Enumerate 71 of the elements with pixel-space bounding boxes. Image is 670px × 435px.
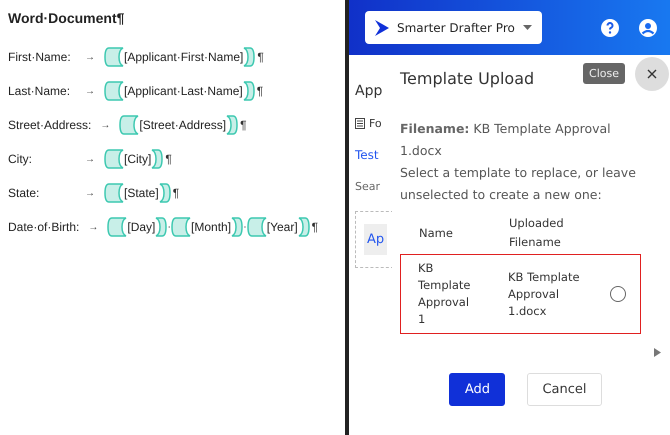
document-title: Word·Document¶ <box>8 10 126 26</box>
content-control-bracket-icon <box>104 149 124 169</box>
tab-mark: → <box>84 52 96 62</box>
content-control-bracket-icon <box>298 217 310 237</box>
content-control-bracket-icon <box>226 115 238 135</box>
space-mark: · <box>243 221 247 233</box>
tab-label[interactable]: Fo <box>369 117 382 130</box>
filename-text: Filename: KB Template Approval 1.docx <box>400 120 612 160</box>
merge-field: [Day] <box>127 220 156 234</box>
tab-mark: → <box>99 120 112 130</box>
card-label[interactable]: Ap <box>364 224 388 255</box>
merge-field: [Applicant·First·Name] <box>124 50 244 64</box>
table-cell-text: KB Template Approval 1 <box>418 260 472 328</box>
scroll-right-icon[interactable] <box>654 348 661 357</box>
content-control-bracket-icon <box>151 149 164 169</box>
field-label: Last·Name: <box>8 84 72 98</box>
tab-mark: → <box>84 86 96 96</box>
merge-field: [Street·Address] <box>139 118 226 132</box>
content-control-bracket-icon <box>246 217 267 237</box>
content-control-bracket-icon <box>104 81 124 101</box>
content-control-bracket-icon <box>243 47 256 67</box>
tab-mark: → <box>87 222 100 232</box>
content-control-bracket-icon <box>107 217 128 237</box>
dialog-title: Template Upload <box>400 69 534 88</box>
paragraph-mark: ¶ <box>256 84 264 98</box>
content-control-bracket-icon <box>104 183 124 203</box>
chevron-logo-icon <box>375 20 389 36</box>
field-label: Date·of·Birth: <box>8 220 80 234</box>
merge-field: [Month] <box>191 220 232 234</box>
merge-field: [Year] <box>266 220 298 234</box>
field-label: State: <box>8 186 40 200</box>
template-row[interactable]: KB Template Approval 1 KB Template Approval 1.docx <box>400 254 641 334</box>
instruction-text: Select a template to replace, or leave unselected to create a new one: <box>400 164 637 204</box>
field-label: City: <box>8 152 33 166</box>
close-tooltip: Close <box>583 63 625 84</box>
close-button[interactable] <box>635 57 669 91</box>
dialog-button[interactable]: Add <box>449 373 506 406</box>
column-header: Name <box>419 224 454 242</box>
search-field[interactable]: Sear <box>355 180 380 193</box>
caret-icon <box>522 25 532 30</box>
content-control-bracket-icon <box>242 81 255 101</box>
tab-mark: → <box>84 188 96 198</box>
radio-button[interactable] <box>610 286 626 302</box>
help-icon[interactable] <box>600 18 620 38</box>
paragraph-mark: ¶ <box>312 220 318 234</box>
merge-field: [Applicant·Last·Name] <box>124 84 243 98</box>
content-control-bracket-icon <box>231 217 244 237</box>
merge-field: [City] <box>124 152 152 166</box>
field-label: First·Name: <box>8 50 72 64</box>
account-icon[interactable] <box>638 18 658 38</box>
page-heading: App <box>355 83 382 99</box>
close-icon <box>647 69 657 79</box>
paragraph-mark: ¶ <box>257 50 264 64</box>
table-cell-text: KB Template Approval 1.docx <box>508 268 581 320</box>
content-control-bracket-icon <box>119 115 140 135</box>
paragraph-mark: ¶ <box>240 118 247 132</box>
paragraph-mark: ¶ <box>165 152 172 166</box>
content-control-bracket-icon <box>171 217 192 237</box>
space-mark: · <box>167 221 172 233</box>
merge-field: [State] <box>124 186 159 200</box>
tab-mark: → <box>84 154 96 164</box>
content-control-bracket-icon <box>104 47 124 67</box>
column-header: Uploaded Filename <box>509 215 565 251</box>
dialog-button[interactable]: Cancel <box>527 373 602 406</box>
content-control-bracket-icon <box>158 183 171 203</box>
paragraph-mark: ¶ <box>172 186 180 200</box>
field-label: Street·Address: <box>8 118 92 132</box>
document-icon <box>355 118 365 129</box>
product-switcher[interactable]: Smarter Drafter Pro <box>365 11 542 44</box>
link[interactable]: Test <box>355 148 379 162</box>
content-control-bracket-icon <box>155 217 168 237</box>
